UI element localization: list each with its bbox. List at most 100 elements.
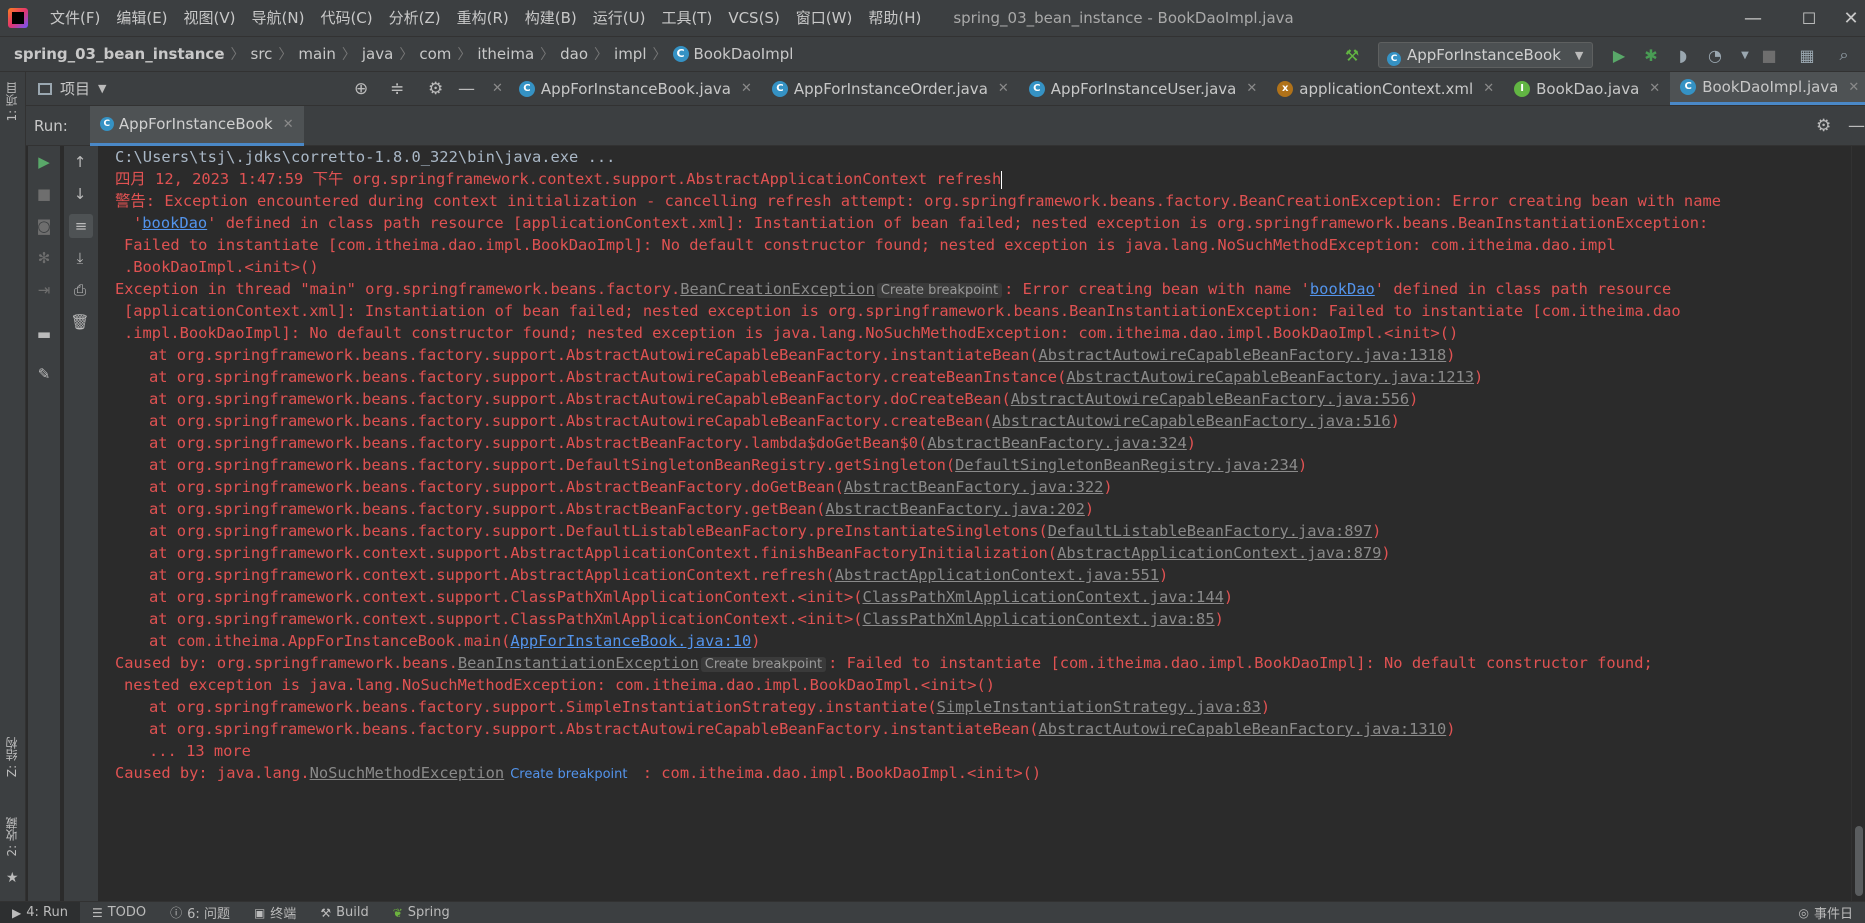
breadcrumb-item[interactable]: C BookDaoImpl [672, 45, 793, 63]
terminal-tool-button[interactable]: ▣ 终端 [242, 902, 308, 923]
source-link[interactable]: AppForInstanceBook.java:10 [510, 632, 751, 650]
problems-tool-button[interactable]: ⓘ 6: 问题 [158, 902, 242, 923]
console-output[interactable]: C:\Users\tsj\.jdks\corretto-1.8.0_322\bi… [99, 146, 1851, 901]
scroll-to-end-icon[interactable]: ⤓ [70, 248, 90, 268]
hide-icon[interactable]: — [458, 79, 475, 99]
source-link[interactable]: AbstractApplicationContext.java:551 [835, 566, 1159, 584]
chevron-down-icon[interactable]: ▼ [98, 82, 106, 95]
menu-item[interactable]: 视图(V) [176, 0, 244, 36]
source-link[interactable]: DefaultSingletonBeanRegistry.java:234 [955, 456, 1298, 474]
layout-icon[interactable]: ▬ [34, 324, 54, 344]
menu-item[interactable]: 工具(T) [653, 0, 720, 36]
create-breakpoint-button[interactable]: Create breakpoint [876, 283, 1003, 298]
create-breakpoint-button[interactable]: Create breakpoint [506, 767, 631, 782]
editor-tab[interactable]: C AppForInstanceBook.java ✕ [509, 72, 762, 105]
menu-item[interactable]: 代码(C) [312, 0, 380, 36]
source-link[interactable]: AbstractAutowireCapableBeanFactory.java:… [1066, 368, 1474, 386]
close-icon[interactable]: ✕ [998, 81, 1009, 96]
close-icon[interactable]: ✕ [283, 117, 294, 132]
close-icon[interactable]: ✕ [486, 72, 509, 105]
spring-tool-button[interactable]: ❦ Spring [381, 902, 462, 923]
project-structure-icon[interactable]: ▦ [1795, 43, 1819, 67]
breadcrumb-item[interactable]: spring_03_bean_instance [14, 45, 225, 63]
hide-icon[interactable]: — [1848, 116, 1865, 136]
source-link[interactable]: ClassPathXmlApplicationContext.java:144 [862, 588, 1223, 606]
search-everywhere-icon[interactable]: ⌕ [1832, 43, 1856, 67]
menu-item[interactable]: 分析(Z) [381, 0, 449, 36]
exception-link[interactable]: NoSuchMethodException [310, 764, 505, 782]
arrow-down-icon[interactable]: ↓ [70, 184, 90, 204]
editor-tab[interactable]: I BookDao.java ✕ [1504, 72, 1670, 105]
camera-icon[interactable]: ◙ [34, 216, 54, 236]
arrow-up-icon[interactable]: ↑ [70, 152, 90, 172]
source-link[interactable]: AbstractAutowireCapableBeanFactory.java:… [1039, 346, 1447, 364]
source-link[interactable]: AbstractBeanFactory.java:322 [844, 478, 1103, 496]
pin-icon[interactable]: ✎ [34, 364, 54, 384]
run-tool-button[interactable]: ▶ 4: Run [0, 901, 80, 923]
menu-item[interactable]: 运行(U) [585, 0, 654, 36]
editor-tab[interactable]: x applicationContext.xml ✕ [1267, 72, 1504, 105]
menu-item[interactable]: VCS(S) [720, 0, 787, 36]
breadcrumb-item[interactable]: itheima [477, 45, 534, 63]
breadcrumb-item[interactable]: com [419, 45, 451, 63]
breadcrumb-item[interactable]: dao [560, 45, 588, 63]
project-panel-title[interactable]: 项目 [60, 78, 90, 99]
profile-icon[interactable]: ◔ [1703, 43, 1727, 67]
menu-item[interactable]: 构建(B) [517, 0, 585, 36]
bean-link[interactable]: bookDao [1310, 280, 1375, 298]
structure-tool-button[interactable]: Z: 结构 [3, 737, 20, 777]
menu-item[interactable]: 窗口(W) [788, 0, 861, 36]
build-hammer-icon[interactable]: ⚒ [1340, 43, 1364, 67]
settings-disabled-icon[interactable]: ✻ [34, 248, 54, 268]
run-configuration-select[interactable]: C AppForInstanceBook ▼ [1378, 42, 1593, 68]
exception-link[interactable]: BeanInstantiationException [458, 654, 699, 672]
menu-item[interactable]: 编辑(E) [108, 0, 175, 36]
breadcrumb-item[interactable]: src [251, 45, 273, 63]
close-icon[interactable]: ✕ [1483, 81, 1494, 96]
gear-icon[interactable]: ⚙ [1816, 116, 1831, 136]
build-tool-button[interactable]: ⚒ Build [308, 902, 380, 923]
print-icon[interactable]: ⎙ [70, 280, 90, 300]
collapse-all-icon[interactable]: ≑ [390, 79, 404, 99]
run-tab[interactable]: C AppForInstanceBook ✕ [89, 105, 304, 146]
minimize-button[interactable]: — [1725, 0, 1781, 36]
project-tool-button[interactable]: 1: 项目 [3, 82, 20, 122]
menu-item[interactable]: 重构(R) [449, 0, 517, 36]
close-icon[interactable]: ✕ [1649, 81, 1660, 96]
source-link[interactable]: SimpleInstantiationStrategy.java:83 [937, 698, 1261, 716]
close-window-button[interactable]: ✕ [1837, 0, 1865, 36]
rerun-icon[interactable]: ▶ [34, 152, 54, 172]
editor-tab[interactable]: C AppForInstanceUser.java ✕ [1019, 72, 1267, 105]
source-link[interactable]: AbstractAutowireCapableBeanFactory.java:… [1039, 720, 1447, 738]
source-link[interactable]: AbstractBeanFactory.java:202 [825, 500, 1084, 518]
source-link[interactable]: AbstractAutowireCapableBeanFactory.java:… [992, 412, 1390, 430]
breadcrumb-item[interactable]: java [362, 45, 393, 63]
close-icon[interactable]: ✕ [741, 81, 752, 96]
stop-icon[interactable]: ■ [34, 184, 54, 204]
menu-item[interactable]: 帮助(H) [860, 0, 929, 36]
maximize-button[interactable]: ☐ [1781, 0, 1837, 36]
coverage-icon[interactable]: ◗ [1671, 43, 1695, 67]
editor-tab[interactable]: C AppForInstanceOrder.java ✕ [762, 72, 1019, 105]
run-icon[interactable]: ▶ [1607, 43, 1631, 67]
stop-icon[interactable]: ■ [1757, 43, 1781, 67]
source-link[interactable]: AbstractApplicationContext.java:879 [1057, 544, 1381, 562]
soft-wrap-icon[interactable]: ≡ [69, 214, 93, 238]
locate-icon[interactable]: ⊕ [354, 79, 368, 99]
bean-link[interactable]: bookDao [142, 214, 207, 232]
create-breakpoint-button[interactable]: Create breakpoint [700, 657, 827, 672]
trash-icon[interactable]: 🗑 [70, 312, 90, 332]
breadcrumb-item[interactable]: impl [614, 45, 646, 63]
todo-tool-button[interactable]: ☰ TODO [80, 902, 158, 923]
breadcrumb-item[interactable]: main [298, 45, 335, 63]
profile-dropdown-icon[interactable]: ▼ [1733, 43, 1757, 67]
gear-icon[interactable]: ⚙ [428, 79, 443, 99]
close-icon[interactable]: ✕ [1848, 80, 1859, 95]
console-scrollbar[interactable] [1851, 146, 1865, 901]
menu-item[interactable]: 文件(F) [42, 0, 108, 36]
scrollbar-thumb[interactable] [1855, 826, 1863, 896]
star-icon[interactable]: ★ [6, 870, 19, 886]
event-log-button[interactable]: ◎ 事件日 [1787, 902, 1865, 923]
source-link[interactable]: ClassPathXmlApplicationContext.java:85 [862, 610, 1214, 628]
menu-item[interactable]: 导航(N) [244, 0, 313, 36]
